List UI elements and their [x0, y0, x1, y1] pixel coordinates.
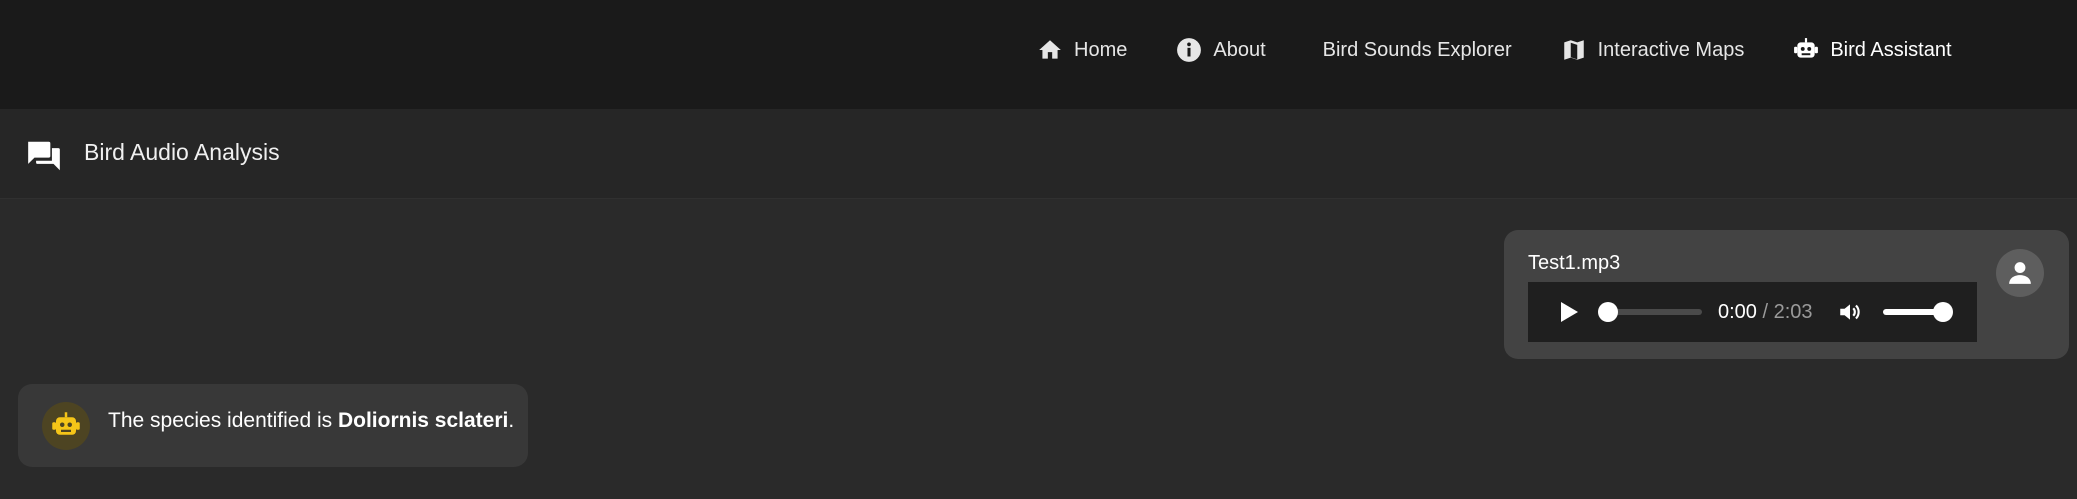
current-time: 0:00 — [1718, 300, 1757, 323]
user-avatar — [1996, 249, 2044, 297]
nav-menu: Home About Bird Sounds Explorer Interact… — [1037, 0, 2001, 100]
species-name: Doliornis sclateri — [337, 409, 509, 432]
robot-icon — [52, 412, 80, 435]
nav-item-label: About — [1213, 38, 1266, 61]
bot-message-text: The species identified is Doliornis scla… — [108, 409, 514, 433]
bot-message-bubble: The species identified is Doliornis scla… — [18, 384, 528, 467]
user-message-bubble: Test1.mp3 0:00 / 2:03 — [1504, 230, 2069, 359]
bot-text-suffix: . — [508, 409, 515, 432]
bot-text-prefix: The species identified is — [108, 409, 338, 432]
top-navbar: Home About Bird Sounds Explorer Interact… — [0, 0, 2077, 109]
user-icon — [2009, 262, 2031, 284]
robot-icon — [1793, 37, 1819, 63]
audio-player: 0:00 / 2:03 — [1528, 282, 1977, 342]
time-separator: / — [1756, 300, 1774, 323]
nav-item-label: Bird Sounds Explorer — [1322, 38, 1512, 61]
volume-icon — [1839, 304, 1860, 320]
seek-handle[interactable] — [1598, 302, 1618, 322]
home-icon — [1037, 37, 1063, 63]
page-title: Bird Audio Analysis — [84, 139, 280, 165]
nav-item-about[interactable]: About — [1176, 37, 1266, 63]
duration: 2:03 — [1773, 300, 1813, 323]
nav-item-label: Bird Assistant — [1830, 38, 1952, 61]
play-button[interactable] — [1558, 300, 1580, 324]
nav-item-label: Interactive Maps — [1597, 38, 1745, 61]
info-icon — [1176, 37, 1202, 63]
page-header: Bird Audio Analysis — [0, 109, 2077, 199]
nav-item-bird-sounds-explorer[interactable]: Bird Sounds Explorer — [1323, 39, 1512, 62]
volume-slider[interactable] — [1882, 302, 1953, 322]
seek-bar[interactable] — [1598, 302, 1702, 322]
volume-handle[interactable] — [1932, 302, 1953, 322]
time-display: 0:00 / 2:03 — [1718, 301, 1813, 324]
nav-item-bird-assistant[interactable]: Bird Assistant — [1793, 37, 1952, 63]
audio-file-name: Test1.mp3 — [1528, 252, 1621, 274]
bot-avatar — [42, 402, 90, 450]
volume-button[interactable] — [1837, 299, 1863, 325]
map-icon — [1561, 37, 1587, 63]
chat-bubbles-icon — [25, 137, 63, 175]
nav-item-label: Home — [1074, 38, 1128, 61]
nav-item-home[interactable]: Home — [1037, 37, 1127, 63]
play-icon — [1561, 302, 1578, 322]
nav-item-interactive-maps[interactable]: Interactive Maps — [1561, 37, 1745, 63]
